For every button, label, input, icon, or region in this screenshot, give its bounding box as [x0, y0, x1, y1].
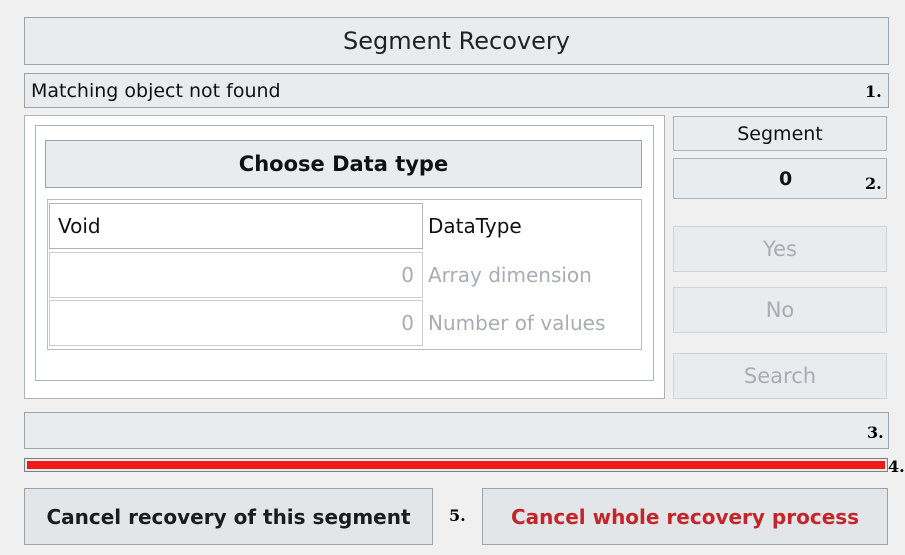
cancel-segment-button[interactable]: Cancel recovery of this segment	[24, 488, 433, 545]
number-of-values-label: Number of values	[428, 311, 606, 335]
marker-1: 1.	[865, 82, 882, 101]
number-of-values-value: 0	[401, 311, 414, 335]
choose-data-type-header: Choose Data type	[45, 140, 642, 188]
marker-2: 2.	[865, 174, 882, 193]
cancel-whole-process-button[interactable]: Cancel whole recovery process	[482, 488, 888, 545]
marker-3: 3.	[867, 423, 884, 442]
info-bar	[24, 412, 889, 449]
segment-label: Segment	[673, 116, 887, 151]
datatype-label: DataType	[428, 214, 522, 238]
progress-bar	[24, 458, 888, 472]
datatype-field[interactable]: Void	[49, 203, 423, 249]
number-of-values-field[interactable]: 0	[49, 300, 423, 346]
status-message: Matching object not found	[31, 79, 281, 102]
array-dimension-field[interactable]: 0	[49, 252, 423, 298]
yes-button[interactable]: Yes	[673, 226, 887, 272]
progress-fill	[27, 461, 885, 469]
marker-5: 5.	[449, 506, 466, 525]
array-dimension-value: 0	[401, 263, 414, 287]
segment-value: 0	[779, 167, 793, 190]
segment-value-field: 0	[673, 158, 887, 199]
window-title: Segment Recovery	[24, 17, 889, 65]
datatype-value: Void	[58, 214, 101, 238]
search-button[interactable]: Search	[673, 353, 887, 399]
array-dimension-label: Array dimension	[428, 263, 592, 287]
marker-4: 4.	[888, 457, 905, 476]
status-bar: Matching object not found	[24, 73, 889, 108]
no-button[interactable]: No	[673, 287, 887, 333]
